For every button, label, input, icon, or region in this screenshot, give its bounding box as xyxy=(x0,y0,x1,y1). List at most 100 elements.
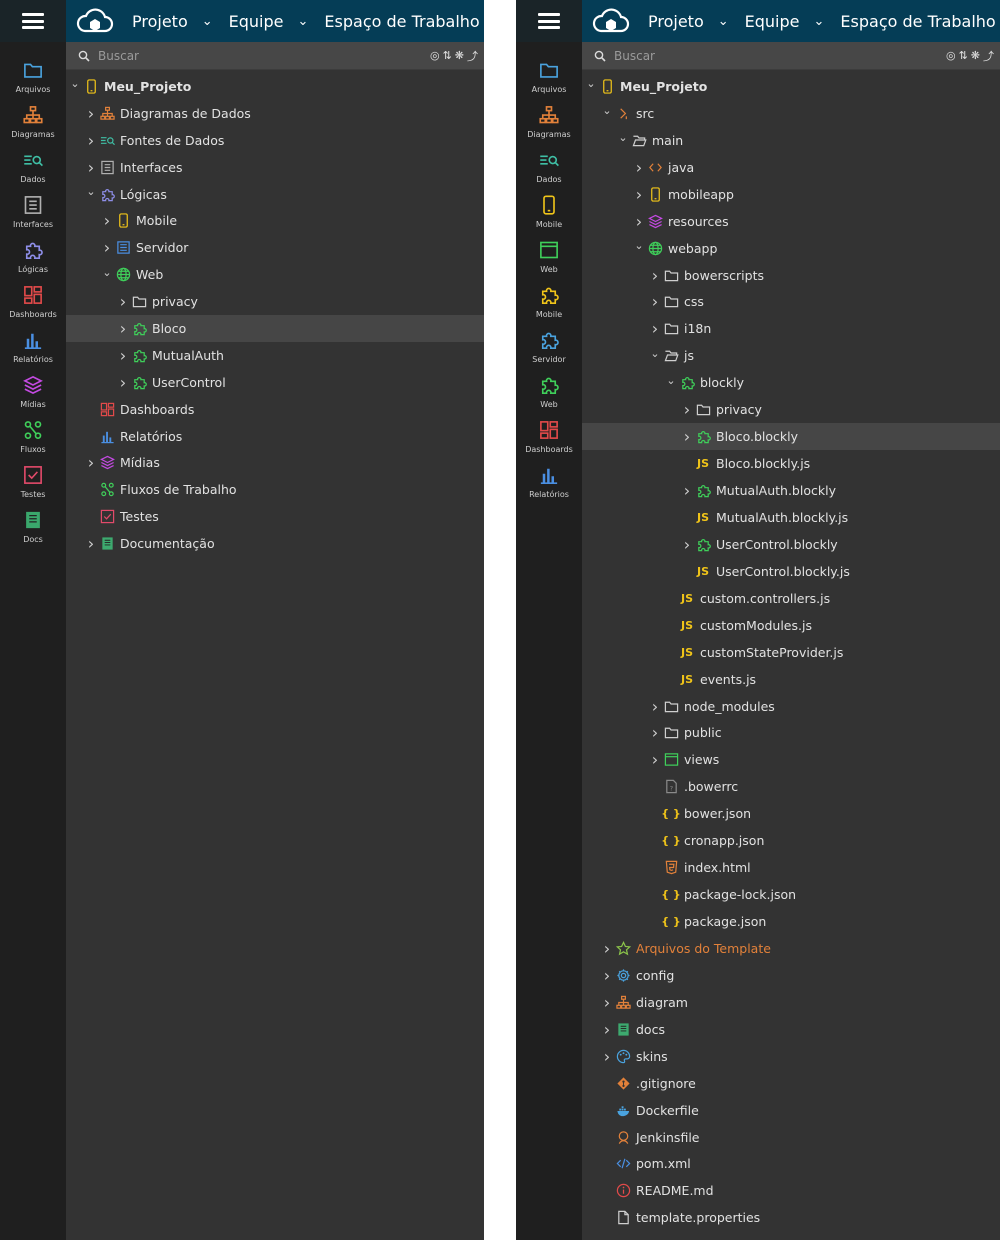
chevron-right-icon[interactable]: › xyxy=(648,266,662,285)
tree-folder-item[interactable]: › public xyxy=(582,720,1000,747)
hamburger-menu-button[interactable] xyxy=(516,0,582,42)
tree-folder-item[interactable]: › Mídias xyxy=(66,449,484,476)
tree-file-item[interactable]: Dashboards xyxy=(66,396,484,423)
tree-file-item[interactable]: JS MutualAuth.blockly.js xyxy=(582,504,1000,531)
chevron-right-icon[interactable]: › xyxy=(600,939,614,958)
tree-folder-item[interactable]: ⌄ Meu_Projeto xyxy=(66,73,484,100)
tree-folder-item[interactable]: › skins xyxy=(582,1043,1000,1070)
locate-icon[interactable]: ◎ xyxy=(430,49,440,62)
chevron-right-icon[interactable]: › xyxy=(680,481,694,500)
chevron-down-icon[interactable]: ⌄ xyxy=(616,131,630,144)
chevron-right-icon[interactable]: › xyxy=(116,373,130,392)
tree-file-item[interactable]: Jenkinsfile xyxy=(582,1124,1000,1151)
chevron-down-icon[interactable]: ⌄ xyxy=(100,266,114,279)
tree-folder-item[interactable]: › mobileapp xyxy=(582,181,1000,208)
tree-folder-item[interactable]: ⌄ src xyxy=(582,100,1000,127)
tree-folder-item[interactable]: › css xyxy=(582,289,1000,316)
sidebar-item-arquivos[interactable]: Arquivos xyxy=(0,42,66,94)
tree-folder-item[interactable]: › MutualAuth.blockly xyxy=(582,477,1000,504)
chevron-right-icon[interactable]: › xyxy=(632,212,646,231)
tree-folder-item[interactable]: › privacy xyxy=(66,288,484,315)
menu-equipe[interactable]: Equipe ⌄ xyxy=(229,12,309,31)
sidebar-item-arquivos[interactable]: Arquivos xyxy=(516,42,582,94)
collapse-all-icon[interactable]: ⇅ xyxy=(443,49,452,62)
tree-folder-item[interactable]: › Arquivos do Template xyxy=(582,935,1000,962)
chevron-right-icon[interactable]: › xyxy=(648,750,662,769)
chevron-right-icon[interactable]: › xyxy=(648,292,662,311)
tree-folder-item[interactable]: › i18n xyxy=(582,315,1000,342)
tree-folder-item[interactable]: › Bloco xyxy=(66,315,484,342)
chevron-down-icon[interactable]: ⌄ xyxy=(632,239,646,252)
settings-icon[interactable]: ❋ xyxy=(455,49,464,62)
chevron-right-icon[interactable]: › xyxy=(116,292,130,311)
tree-folder-item[interactable]: › Servidor xyxy=(66,234,484,261)
menu-espaco-trabalho[interactable]: Espaço de Trabalho xyxy=(324,12,479,31)
pin-icon[interactable]: ⤴ xyxy=(983,48,994,64)
chevron-right-icon[interactable]: › xyxy=(600,1020,614,1039)
tree-file-item[interactable]: .gitignore xyxy=(582,1070,1000,1097)
chevron-right-icon[interactable]: › xyxy=(632,158,646,177)
chevron-right-icon[interactable]: › xyxy=(600,966,614,985)
tree-file-item[interactable]: Fluxos de Trabalho xyxy=(66,476,484,503)
tree-folder-item[interactable]: › Diagramas de Dados xyxy=(66,100,484,127)
tree-folder-item[interactable]: ⌄ main xyxy=(582,127,1000,154)
tree-folder-item[interactable]: › diagram xyxy=(582,989,1000,1016)
tree-folder-item[interactable]: › Fontes de Dados xyxy=(66,127,484,154)
chevron-right-icon[interactable]: › xyxy=(100,238,114,257)
chevron-right-icon[interactable]: › xyxy=(100,211,114,230)
chevron-right-icon[interactable]: › xyxy=(648,723,662,742)
tree-folder-item[interactable]: › views xyxy=(582,746,1000,773)
tree-file-item[interactable]: JS Bloco.blockly.js xyxy=(582,450,1000,477)
search-input[interactable] xyxy=(612,47,916,64)
search-input[interactable] xyxy=(96,47,400,64)
chevron-right-icon[interactable]: › xyxy=(680,400,694,419)
tree-file-item[interactable]: Relatórios xyxy=(66,423,484,450)
chevron-down-icon[interactable]: ⌄ xyxy=(600,104,614,117)
chevron-right-icon[interactable]: › xyxy=(84,158,98,177)
tree-file-item[interactable]: JS customModules.js xyxy=(582,612,1000,639)
tree-file-item[interactable]: { } package.json xyxy=(582,908,1000,935)
chevron-down-icon[interactable]: ⌄ xyxy=(648,347,662,360)
pin-icon[interactable]: ⤴ xyxy=(467,48,478,64)
chevron-right-icon[interactable]: › xyxy=(680,535,694,554)
tree-file-item[interactable]: JS events.js xyxy=(582,666,1000,693)
tree-file-item[interactable]: { } cronapp.json xyxy=(582,827,1000,854)
tree-folder-item[interactable]: › Interfaces xyxy=(66,154,484,181)
tree-folder-item[interactable]: ⌄ Meu_Projeto xyxy=(582,73,1000,100)
chevron-right-icon[interactable]: › xyxy=(648,697,662,716)
tree-folder-item[interactable]: ⌄ Lógicas xyxy=(66,181,484,208)
tree-folder-item[interactable]: ⌄ blockly xyxy=(582,369,1000,396)
chevron-right-icon[interactable]: › xyxy=(116,319,130,338)
tree-folder-item[interactable]: › java xyxy=(582,154,1000,181)
tree-file-item[interactable]: index.html xyxy=(582,854,1000,881)
tree-file-item[interactable]: Dockerfile xyxy=(582,1097,1000,1124)
chevron-right-icon[interactable]: › xyxy=(84,131,98,150)
settings-icon[interactable]: ❋ xyxy=(971,49,980,62)
menu-espaco-trabalho[interactable]: Espaço de Trabalho xyxy=(840,12,995,31)
tree-folder-item[interactable]: › Documentação xyxy=(66,530,484,557)
tree-file-item[interactable]: { } bower.json xyxy=(582,800,1000,827)
tree-folder-item[interactable]: › privacy xyxy=(582,396,1000,423)
chevron-down-icon[interactable]: ⌄ xyxy=(584,77,598,90)
chevron-down-icon[interactable]: ⌄ xyxy=(664,374,678,387)
tree-folder-item[interactable]: › node_modules xyxy=(582,693,1000,720)
tree-folder-item[interactable]: › bowerscripts xyxy=(582,262,1000,289)
tree-folder-item[interactable]: › Bloco.blockly xyxy=(582,423,1000,451)
tree-file-item[interactable]: JS customStateProvider.js xyxy=(582,639,1000,666)
chevron-right-icon[interactable]: › xyxy=(648,319,662,338)
tree-folder-item[interactable]: › Mobile xyxy=(66,207,484,234)
tree-folder-item[interactable]: › resources xyxy=(582,208,1000,235)
chevron-right-icon[interactable]: › xyxy=(116,346,130,365)
menu-projeto[interactable]: Projeto ⌄ xyxy=(648,12,729,31)
tree-file-item[interactable]: { } package-lock.json xyxy=(582,881,1000,908)
tree-file-item[interactable]: JS UserControl.blockly.js xyxy=(582,558,1000,585)
tree-file-item[interactable]: template.properties xyxy=(582,1204,1000,1231)
tree-file-item[interactable]: ? .bowerrc xyxy=(582,773,1000,800)
chevron-right-icon[interactable]: › xyxy=(680,427,694,446)
menu-equipe[interactable]: Equipe ⌄ xyxy=(745,12,825,31)
tree-file-item[interactable]: Testes xyxy=(66,503,484,530)
tree-file-item[interactable]: pom.xml xyxy=(582,1151,1000,1178)
tree-file-item[interactable]: README.md xyxy=(582,1177,1000,1204)
menu-projeto[interactable]: Projeto ⌄ xyxy=(132,12,213,31)
tree-folder-item[interactable]: › config xyxy=(582,962,1000,989)
